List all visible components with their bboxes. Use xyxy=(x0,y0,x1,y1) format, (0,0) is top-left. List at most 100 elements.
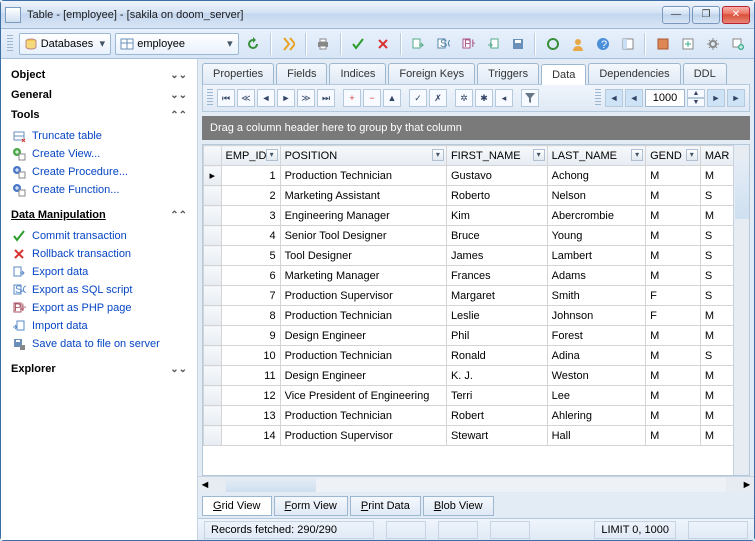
page-size-up[interactable]: ▲ xyxy=(687,89,705,98)
cell[interactable]: 8 xyxy=(221,306,280,326)
filter-dropdown-icon[interactable]: ▾ xyxy=(266,149,278,161)
table-row[interactable]: 5Tool DesignerJamesLambertMS xyxy=(204,246,749,266)
page-next2-button[interactable]: ► xyxy=(727,89,745,107)
cell[interactable]: Achong xyxy=(547,166,645,186)
table-row[interactable]: 14Production SupervisorStewartHallMM xyxy=(204,426,749,446)
cell[interactable]: M xyxy=(646,426,701,446)
view-tab-grid-view[interactable]: Grid View xyxy=(202,496,272,516)
cell[interactable]: 10 xyxy=(221,346,280,366)
refresh2-button[interactable] xyxy=(542,33,563,55)
rollback-button[interactable] xyxy=(373,33,394,55)
export-php-button[interactable]: PHP xyxy=(458,33,479,55)
cell[interactable]: M xyxy=(646,386,701,406)
cell[interactable]: Senior Tool Designer xyxy=(280,226,446,246)
cell[interactable]: Weston xyxy=(547,366,645,386)
sidebar-link[interactable]: Save data to file on server xyxy=(11,335,189,353)
cell[interactable]: M xyxy=(646,346,701,366)
sidebar-link[interactable]: Import data xyxy=(11,317,189,335)
cell[interactable]: Leslie xyxy=(446,306,547,326)
tool1-button[interactable] xyxy=(652,33,673,55)
toggle-button[interactable] xyxy=(617,33,638,55)
tab-ddl[interactable]: DDL xyxy=(683,63,727,84)
cell[interactable]: Production Technician xyxy=(280,346,446,366)
cell[interactable]: Hall xyxy=(547,426,645,446)
table-row[interactable]: 11Design EngineerK. J.WestonMM xyxy=(204,366,749,386)
column-header[interactable]: FIRST_NAME▾ xyxy=(446,146,547,166)
nav-next-button[interactable]: ► xyxy=(277,89,295,107)
cell[interactable]: 5 xyxy=(221,246,280,266)
column-header[interactable]: POSITION▾ xyxy=(280,146,446,166)
maximize-button[interactable]: ❐ xyxy=(692,6,720,24)
cell[interactable]: Marketing Manager xyxy=(280,266,446,286)
sidebar-link[interactable]: PHPExport as PHP page xyxy=(11,299,189,317)
sidebar-link[interactable]: Commit transaction xyxy=(11,227,189,245)
sidebar-link[interactable]: SQLExport as SQL script xyxy=(11,281,189,299)
sidebar-section-explorer[interactable]: Explorer⌄⌄ xyxy=(9,359,189,379)
column-header[interactable]: GEND▾ xyxy=(646,146,701,166)
cell[interactable]: M xyxy=(646,186,701,206)
cell[interactable]: 6 xyxy=(221,266,280,286)
cell[interactable]: Bruce xyxy=(446,226,547,246)
nav-next-page-button[interactable]: ≫ xyxy=(297,89,315,107)
cell[interactable]: Johnson xyxy=(547,306,645,326)
cell[interactable]: 7 xyxy=(221,286,280,306)
column-header[interactable]: LAST_NAME▾ xyxy=(547,146,645,166)
cell[interactable]: 3 xyxy=(221,206,280,226)
cell[interactable]: Production Technician xyxy=(280,306,446,326)
cell[interactable]: Young xyxy=(547,226,645,246)
cell[interactable]: M xyxy=(646,206,701,226)
cell[interactable]: Ahlering xyxy=(547,406,645,426)
cell[interactable]: F xyxy=(646,286,701,306)
export-sql-button[interactable]: SQL xyxy=(433,33,454,55)
confirm-button[interactable]: ✓ xyxy=(409,89,427,107)
sidebar-link[interactable]: Rollback transaction xyxy=(11,245,189,263)
horizontal-scrollbar[interactable]: ◄ ► xyxy=(198,476,754,492)
sidebar-section-tools[interactable]: Tools⌃⌃ xyxy=(9,105,189,125)
cell[interactable]: Marketing Assistant xyxy=(280,186,446,206)
cell[interactable]: Margaret xyxy=(446,286,547,306)
filter-dropdown-icon[interactable]: ▾ xyxy=(533,149,545,161)
table-row[interactable]: 4Senior Tool DesignerBruceYoungMS xyxy=(204,226,749,246)
cell[interactable]: Nelson xyxy=(547,186,645,206)
cell[interactable]: 1 xyxy=(221,166,280,186)
tab-data[interactable]: Data xyxy=(541,64,586,85)
cell[interactable]: Gustavo xyxy=(446,166,547,186)
add-button[interactable] xyxy=(727,33,748,55)
cell[interactable]: M xyxy=(646,406,701,426)
delete-row-button[interactable]: − xyxy=(363,89,381,107)
bookmark-button[interactable]: ✲ xyxy=(455,89,473,107)
object-combo[interactable]: employee ▾ xyxy=(115,33,239,55)
print-button[interactable] xyxy=(313,33,334,55)
cell[interactable]: Ronald xyxy=(446,346,547,366)
cell[interactable]: 14 xyxy=(221,426,280,446)
close-button[interactable]: ✕ xyxy=(722,6,750,24)
save-server-button[interactable] xyxy=(507,33,528,55)
tab-dependencies[interactable]: Dependencies xyxy=(588,63,680,84)
sidebar-link[interactable]: Create Function... xyxy=(11,181,189,199)
sidebar-section-data-manipulation[interactable]: Data Manipulation⌃⌃ xyxy=(9,205,189,225)
table-row[interactable]: 8Production TechnicianLeslieJohnsonFM xyxy=(204,306,749,326)
cell[interactable]: Frances xyxy=(446,266,547,286)
data-grid[interactable]: ​EMP_ID▾POSITION▾FIRST_NAME▾LAST_NAME▾GE… xyxy=(202,144,750,476)
nav-last-button[interactable]: ⏭ xyxy=(317,89,335,107)
page-prev2-button[interactable]: ◄ xyxy=(625,89,643,107)
cancel-button[interactable]: ✗ xyxy=(429,89,447,107)
tab-fields[interactable]: Fields xyxy=(276,63,327,84)
filter-dropdown-icon[interactable]: ▾ xyxy=(686,149,698,161)
table-row[interactable]: 12Vice President of EngineeringTerriLeeM… xyxy=(204,386,749,406)
cell[interactable]: Engineering Manager xyxy=(280,206,446,226)
cell[interactable]: Phil xyxy=(446,326,547,346)
cell[interactable]: 2 xyxy=(221,186,280,206)
tab-triggers[interactable]: Triggers xyxy=(477,63,539,84)
tab-properties[interactable]: Properties xyxy=(202,63,274,84)
cell[interactable]: Production Technician xyxy=(280,166,446,186)
cell[interactable]: Abercrombie xyxy=(547,206,645,226)
cell[interactable]: 4 xyxy=(221,226,280,246)
goto-bookmark-button[interactable]: ◂ xyxy=(495,89,513,107)
cell[interactable]: Adams xyxy=(547,266,645,286)
cell[interactable]: Terri xyxy=(446,386,547,406)
vertical-scrollbar[interactable] xyxy=(733,145,749,475)
cell[interactable]: Kim xyxy=(446,206,547,226)
cell[interactable]: 9 xyxy=(221,326,280,346)
cell[interactable]: Production Technician xyxy=(280,406,446,426)
